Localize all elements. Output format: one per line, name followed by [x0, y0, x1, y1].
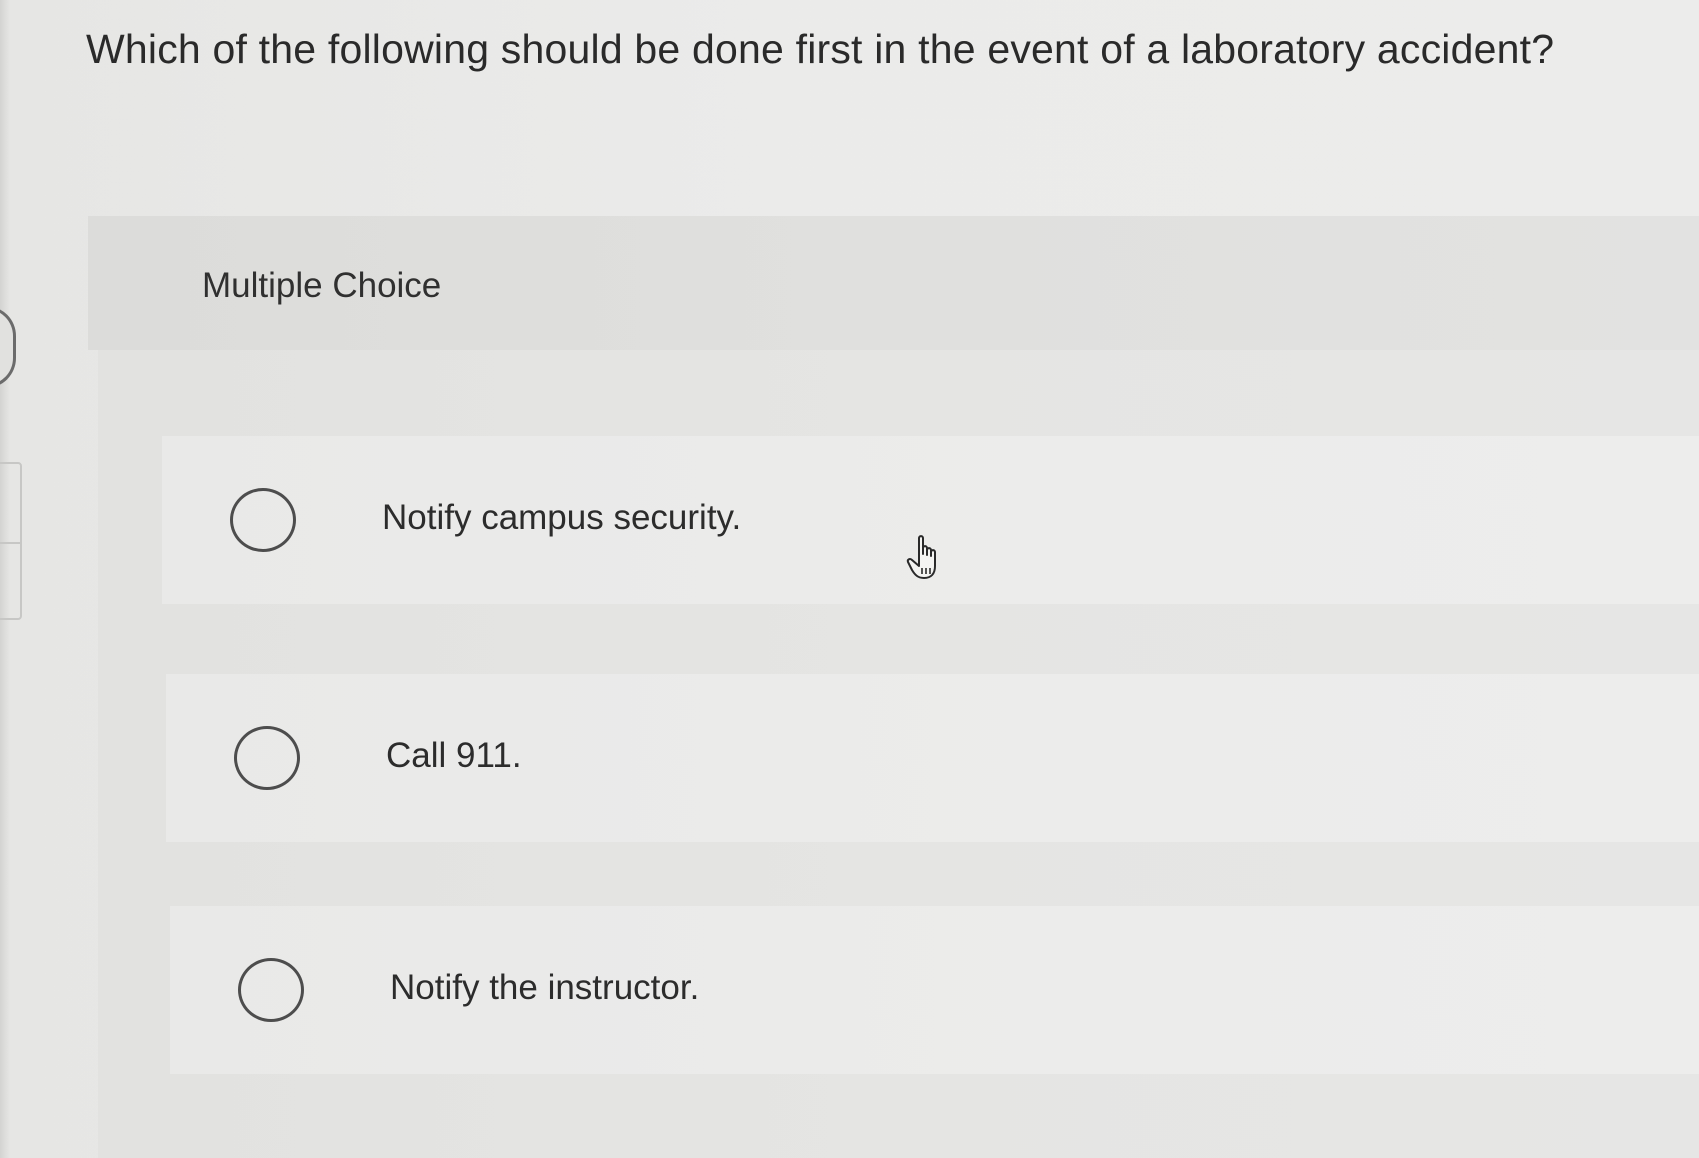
answer-option-notify-instructor[interactable]: Notify the instructor. [170, 906, 1699, 1074]
answer-option-call-911[interactable]: Call 911. [166, 674, 1699, 842]
hand-pointer-cursor-icon [906, 535, 936, 579]
answer-option-label: Notify campus security. [382, 498, 742, 537]
radio-unchecked-icon[interactable] [234, 726, 300, 790]
question-text: Which of the following should be done fi… [86, 26, 1555, 72]
radio-unchecked-icon[interactable] [238, 958, 304, 1022]
radio-unchecked-icon[interactable] [230, 488, 296, 552]
side-panel-toggle[interactable] [0, 306, 16, 388]
multiple-choice-label: Multiple Choice [202, 266, 442, 305]
answer-option-label: Notify the instructor. [390, 968, 700, 1007]
multiple-choice-header: Multiple Choice [88, 216, 1699, 350]
answer-option-label: Call 911. [386, 736, 522, 775]
side-panel-divider [0, 542, 22, 544]
side-panel-edge [0, 462, 22, 620]
